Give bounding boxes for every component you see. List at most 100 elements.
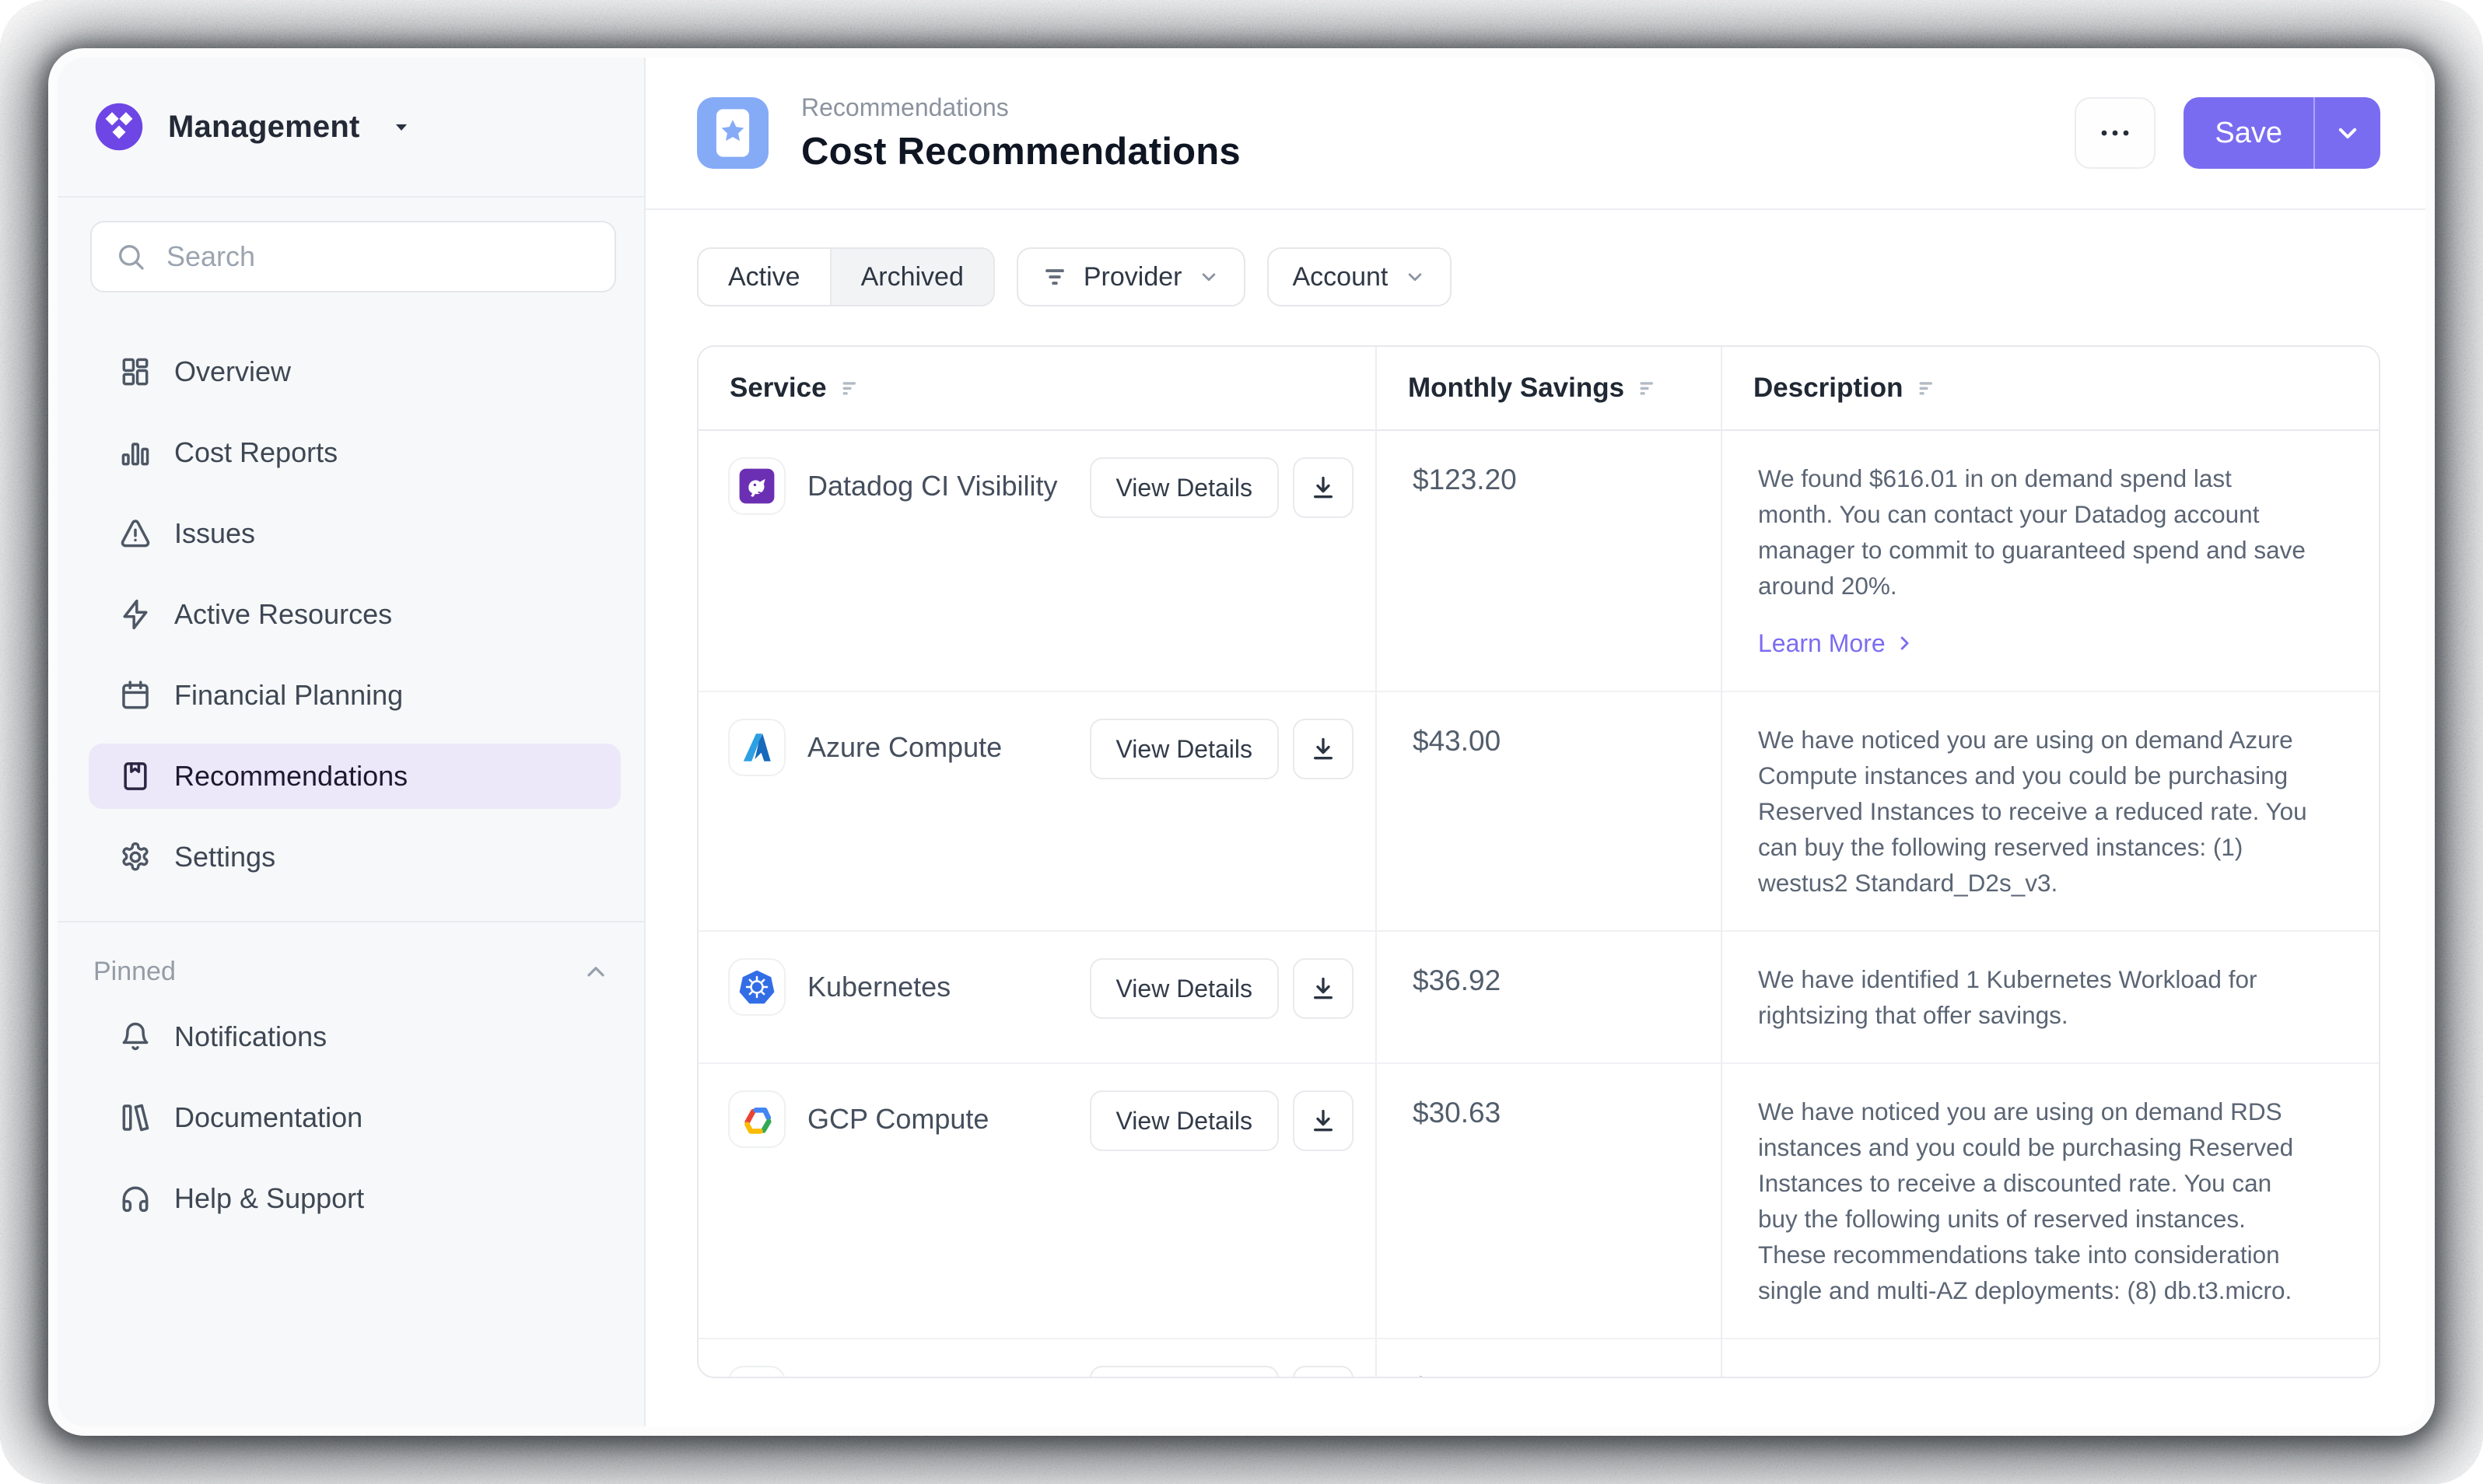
service-actions: View Details [1090, 719, 1354, 779]
service-actions: View Details [1090, 1366, 1354, 1378]
alert-triangle-icon [118, 516, 152, 551]
save-button[interactable]: Save [2184, 97, 2313, 169]
learn-more-link[interactable]: Learn More [1758, 625, 2310, 661]
save-dropdown-button[interactable] [2313, 97, 2380, 169]
sidebar-item-label: Active Resources [174, 598, 392, 631]
table-row-savings-cell: $43.00 [1375, 692, 1721, 932]
chevron-right-icon [1893, 632, 1915, 654]
app-window: Management Overview Cost Reports Issues Act… [48, 48, 2435, 1436]
view-details-button[interactable]: View Details [1090, 457, 1279, 518]
table-row-description-cell: We have noticed you are using on demand … [1721, 692, 2379, 932]
view-details-button[interactable]: View Details [1090, 958, 1279, 1019]
gear-icon [118, 840, 152, 874]
service-name: Datadog CI Visibility [807, 470, 1068, 502]
table-row-savings-cell: $28.64 [1375, 1339, 1721, 1378]
column-header-monthly-savings[interactable]: Monthly Savings [1375, 347, 1721, 431]
sidebar-item-label: Cost Reports [174, 436, 338, 469]
sidebar-item-notifications[interactable]: Notifications [89, 1004, 621, 1069]
column-header-description[interactable]: Description [1721, 347, 2379, 431]
chevron-down-icon [2332, 117, 2363, 149]
page-titles: Recommendations Cost Recommendations [801, 93, 1241, 173]
workspace-switcher[interactable]: Management [58, 58, 644, 198]
description-text: We have identified 1 Kubernetes Workload… [1758, 965, 2257, 1029]
table-row-savings-cell: $36.92 [1375, 932, 1721, 1064]
star-card-icon [697, 97, 769, 169]
tab-active[interactable]: Active [699, 249, 830, 305]
sidebar-item-issues[interactable]: Issues [89, 501, 621, 566]
download-icon [1308, 472, 1339, 503]
sidebar-item-label: Overview [174, 355, 291, 388]
download-button[interactable] [1293, 1366, 1354, 1378]
sidebar-item-recommendations[interactable]: Recommendations [89, 744, 621, 809]
more-button[interactable] [2075, 97, 2156, 169]
sidebar-item-label: Issues [174, 517, 255, 550]
table-row-service-cell: awsAWS RDSView Details [699, 1339, 1375, 1378]
sidebar-item-label: Documentation [174, 1101, 362, 1134]
bell-icon [118, 1020, 152, 1054]
sort-lines-icon [1916, 376, 1939, 400]
service-name: Azure Compute [807, 731, 1068, 764]
table-row-description-cell: We found $616.01 in on demand spend last… [1721, 431, 2379, 692]
account-filter-button[interactable]: Account [1267, 247, 1452, 306]
table-row-service-cell: Azure Compute View Details [699, 692, 1375, 932]
service-name: GCP Compute [807, 1103, 1068, 1136]
tab-archived[interactable]: Archived [830, 249, 993, 305]
service-actions: View Details [1090, 457, 1354, 518]
download-icon [1308, 973, 1339, 1004]
chevron-down-icon [1403, 265, 1427, 289]
download-button[interactable] [1293, 457, 1354, 518]
service-actions: View Details [1090, 1090, 1354, 1151]
description-text: We have noticed you are using on demand … [1758, 1097, 2293, 1304]
sidebar-item-active-resources[interactable]: Active Resources [89, 582, 621, 647]
ellipsis-icon [2096, 114, 2134, 152]
view-details-button[interactable]: View Details [1090, 1090, 1279, 1151]
zap-icon [118, 597, 152, 632]
pinned-nav: Notifications Documentation Help & Support [58, 992, 644, 1231]
recommendations-table: Service Monthly Savings Description [697, 345, 2380, 1378]
monthly-savings-value: $30.63 [1413, 1097, 1501, 1129]
table-row-description-cell: We have noticed you are using on demand … [1721, 1064, 2379, 1339]
monthly-savings-value: $36.92 [1413, 964, 1501, 996]
service-actions: View Details [1090, 958, 1354, 1019]
monthly-savings-value: $28.64 [1413, 1372, 1501, 1378]
books-icon [118, 1101, 152, 1135]
column-label: Monthly Savings [1408, 373, 1624, 404]
sidebar-nav: Overview Cost Reports Issues Active Resourc… [58, 299, 644, 890]
search-icon [115, 241, 146, 272]
main-body: Active Archived Provider [646, 210, 2425, 1426]
save-split-button: Save [2184, 97, 2380, 169]
sidebar-item-settings[interactable]: Settings [89, 824, 621, 890]
column-header-service[interactable]: Service [699, 347, 1375, 431]
search-input[interactable] [165, 240, 591, 274]
view-details-button[interactable]: View Details [1090, 719, 1279, 779]
download-button[interactable] [1293, 958, 1354, 1019]
sidebar-item-label: Notifications [174, 1020, 327, 1053]
bookmark-icon [118, 759, 152, 793]
gcp-logo [728, 1090, 786, 1148]
azure-logo [728, 719, 786, 776]
datadog-logo [728, 457, 786, 515]
filter-icon [1042, 264, 1068, 290]
sidebar-item-overview[interactable]: Overview [89, 339, 621, 404]
view-details-button[interactable]: View Details [1090, 1366, 1279, 1378]
download-button[interactable] [1293, 1090, 1354, 1151]
table-row-service-cell: Kubernetes View Details [699, 932, 1375, 1064]
monthly-savings-value: $43.00 [1413, 725, 1501, 757]
sidebar-item-financial-planning[interactable]: Financial Planning [89, 663, 621, 728]
sidebar-item-help-support[interactable]: Help & Support [89, 1166, 621, 1231]
table-row-savings-cell: $30.63 [1375, 1064, 1721, 1339]
bar-chart-icon [118, 436, 152, 470]
sidebar-item-label: Recommendations [174, 760, 408, 793]
sidebar-item-label: Help & Support [174, 1182, 364, 1215]
service-name: Kubernetes [807, 971, 1068, 1003]
provider-filter-button[interactable]: Provider [1017, 247, 1246, 306]
download-button[interactable] [1293, 719, 1354, 779]
download-icon [1308, 733, 1339, 765]
sidebar-item-documentation[interactable]: Documentation [89, 1085, 621, 1150]
chevron-up-icon[interactable] [582, 958, 610, 986]
sidebar-item-cost-reports[interactable]: Cost Reports [89, 420, 621, 485]
column-label: Service [730, 373, 827, 404]
table-row-savings-cell: $123.20 [1375, 431, 1721, 692]
sort-lines-icon [1637, 376, 1660, 400]
page-header: Recommendations Cost Recommendations Sav… [646, 58, 2425, 210]
